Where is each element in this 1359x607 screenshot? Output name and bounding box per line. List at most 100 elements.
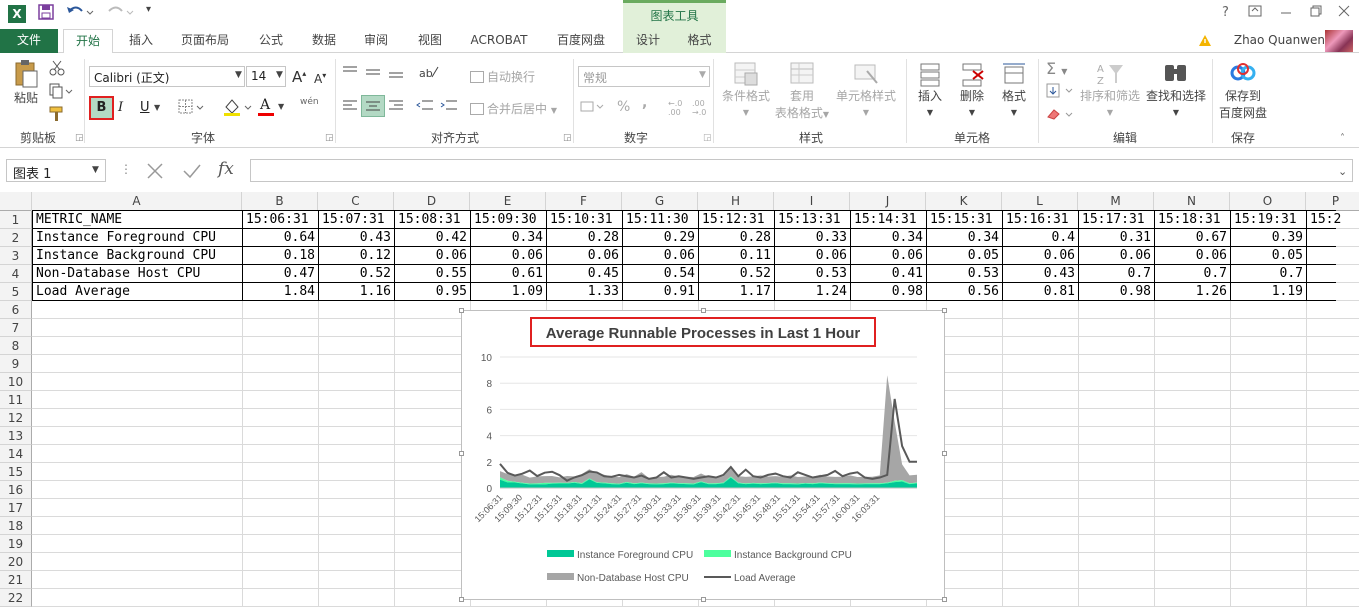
cell-value[interactable]: 0.47 — [243, 265, 318, 283]
autosum-icon[interactable]: Σ ▼ — [1046, 59, 1067, 78]
dialog-launcher-icon[interactable]: ◲ — [563, 133, 572, 143]
merge-center-button[interactable]: 合并后居中 ▼ — [470, 100, 570, 117]
cell-value[interactable]: 0.06 — [1155, 247, 1230, 265]
cell-time-header[interactable]: 15:15:31 — [927, 211, 1002, 229]
column-header-l[interactable]: L — [1002, 192, 1078, 211]
resize-handle[interactable] — [459, 308, 464, 313]
resize-handle[interactable] — [942, 451, 947, 456]
cell-value[interactable]: 1.33 — [547, 283, 622, 301]
column-header-c[interactable]: C — [318, 192, 394, 211]
resize-handle[interactable] — [942, 597, 947, 602]
cell-value[interactable]: 0.33 — [775, 229, 850, 247]
row-header-3[interactable]: 3 — [0, 247, 32, 265]
cell-value[interactable]: 0.34 — [471, 229, 546, 247]
align-top-icon[interactable] — [342, 65, 358, 82]
underline-button[interactable]: U — [140, 100, 150, 115]
row-header-8[interactable]: 8 — [0, 337, 32, 355]
help-icon[interactable]: ? — [1222, 5, 1229, 20]
align-middle-icon[interactable] — [365, 65, 381, 82]
cell-value[interactable]: 0.06 — [1003, 247, 1078, 265]
insert-cells-button[interactable]: 插入 ▼ — [910, 61, 950, 118]
grow-font-icon[interactable]: A▴ — [292, 68, 306, 86]
cell-value[interactable]: 0.06 — [547, 247, 622, 265]
cell-value[interactable]: 0.98 — [851, 283, 926, 301]
cell-time-header[interactable]: 15:06:31 — [243, 211, 318, 229]
tab-baidu-netdisk[interactable]: 百度网盘 — [546, 29, 616, 53]
cell-time-header[interactable]: 15:11:30 — [623, 211, 698, 229]
cell-value[interactable]: 0.4 — [1003, 229, 1078, 247]
borders-icon[interactable] — [178, 99, 204, 118]
cell-value[interactable]: 0.43 — [1003, 265, 1078, 283]
cell-time-header[interactable]: 15:18:31 — [1155, 211, 1230, 229]
cell-time-header[interactable]: 15:10:31 — [547, 211, 622, 229]
resize-handle[interactable] — [459, 451, 464, 456]
find-select-button[interactable]: 查找和选择 ▼ — [1144, 61, 1208, 118]
font-name-select[interactable]: Calibri (正文) — [89, 66, 245, 87]
font-color-button[interactable]: A ▼ — [258, 97, 288, 119]
align-bottom-icon[interactable] — [388, 65, 404, 82]
column-header-b[interactable]: B — [242, 192, 318, 211]
shrink-font-icon[interactable]: A▾ — [314, 71, 326, 86]
align-center-icon[interactable] — [361, 95, 385, 117]
sort-filter-button[interactable]: AZ 排序和筛选 ▼ — [1078, 61, 1142, 118]
paste-button[interactable]: 粘贴 — [8, 59, 44, 106]
cell-time-header[interactable]: 15:14:31 — [851, 211, 926, 229]
row-header-1[interactable]: 1 — [0, 211, 32, 229]
cell-value[interactable]: 0.06 — [395, 247, 470, 265]
cell-value[interactable]: 0.61 — [471, 265, 546, 283]
cell-time-header[interactable]: 15:12:31 — [699, 211, 774, 229]
cell-value[interactable]: 0.42 — [395, 229, 470, 247]
tab-review[interactable]: 审阅 — [354, 29, 398, 53]
chart-object[interactable]: Average Runnable Processes in Last 1 Hou… — [459, 308, 947, 602]
cell-styles-button[interactable]: 单元格样式 ▼ — [832, 61, 900, 118]
increase-decimal-icon[interactable]: ←.0.00 — [668, 99, 682, 117]
align-right-icon[interactable] — [388, 99, 404, 116]
enter-icon[interactable] — [182, 162, 202, 183]
bold-button[interactable]: B — [89, 96, 114, 120]
chevron-down-icon[interactable]: ▼ — [92, 165, 99, 175]
tab-data[interactable]: 数据 — [302, 29, 346, 53]
tab-insert[interactable]: 插入 — [120, 29, 162, 53]
cell-value[interactable]: 0.06 — [1079, 247, 1154, 265]
row-header-20[interactable]: 20 — [0, 553, 32, 571]
column-header-e[interactable]: E — [470, 192, 546, 211]
tab-acrobat[interactable]: ACROBAT — [462, 29, 536, 53]
tab-page-layout[interactable]: 页面布局 — [172, 29, 238, 53]
cell-metric-name-header[interactable]: METRIC_NAME — [33, 211, 242, 229]
phonetic-button[interactable]: wén — [300, 97, 319, 107]
minimize-icon[interactable] — [1280, 5, 1292, 21]
cell-value[interactable]: 0.05 — [1231, 247, 1306, 265]
cell-value[interactable]: 1.16 — [319, 283, 394, 301]
tab-file[interactable]: 文件 — [0, 29, 58, 53]
cell-value[interactable]: 0.91 — [623, 283, 698, 301]
italic-button[interactable]: I — [118, 100, 123, 115]
tab-format[interactable]: 格式 — [673, 29, 726, 53]
dialog-launcher-icon[interactable]: ◲ — [75, 133, 84, 143]
clear-icon[interactable] — [1046, 107, 1076, 124]
cell-value[interactable]: 0.39 — [1231, 229, 1306, 247]
cell-time-header[interactable]: 15:08:31 — [395, 211, 470, 229]
format-as-table-button[interactable]: 套用 表格格式▼ — [774, 61, 830, 121]
cell-value[interactable]: 0.06 — [775, 247, 850, 265]
cell-time-header[interactable]: 15:2 — [1307, 211, 1359, 229]
row-header-12[interactable]: 12 — [0, 409, 32, 427]
column-header-j[interactable]: J — [850, 192, 926, 211]
column-header-d[interactable]: D — [394, 192, 470, 211]
cell-time-header[interactable]: 15:17:31 — [1079, 211, 1154, 229]
insert-function-icon[interactable]: fx — [218, 159, 234, 179]
cell-time-header[interactable]: 15:16:31 — [1003, 211, 1078, 229]
cell-value[interactable]: 0.56 — [927, 283, 1002, 301]
cell-value[interactable]: 0.67 — [1155, 229, 1230, 247]
increase-indent-icon[interactable] — [440, 99, 458, 116]
percent-button[interactable]: % — [617, 99, 630, 115]
row-header-6[interactable]: 6 — [0, 301, 32, 319]
cell-metric-name[interactable]: Load Average — [33, 283, 242, 301]
row-header-14[interactable]: 14 — [0, 445, 32, 463]
cell-value[interactable]: 1.09 — [471, 283, 546, 301]
tab-formulas[interactable]: 公式 — [248, 29, 294, 53]
cell-value[interactable]: 0.34 — [851, 229, 926, 247]
cut-icon[interactable] — [48, 60, 66, 79]
chevron-down-icon[interactable]: ▼ — [154, 103, 160, 112]
resize-handle[interactable] — [701, 597, 706, 602]
cell-value[interactable]: 0.28 — [699, 229, 774, 247]
